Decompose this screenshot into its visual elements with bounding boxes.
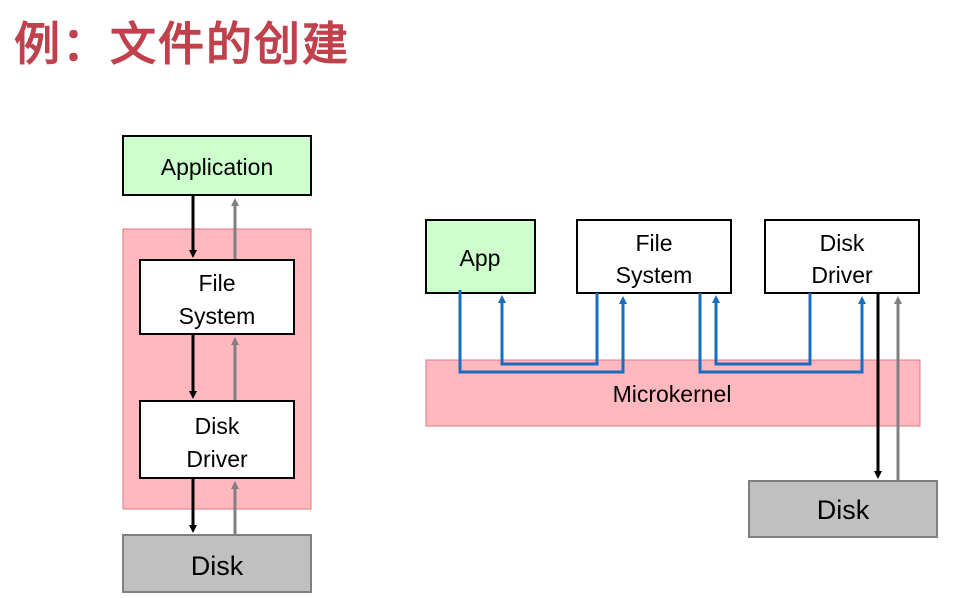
path-driver-to-fs bbox=[712, 293, 812, 366]
monolithic-diagram: Application File System Disk Driver Disk bbox=[122, 135, 312, 593]
diagram-canvas: Application File System Disk Driver Disk… bbox=[122, 135, 938, 593]
file-system-label-line2: System bbox=[616, 262, 693, 288]
disk-driver-label-line1: Disk bbox=[820, 230, 865, 256]
application-label: Application bbox=[161, 154, 274, 180]
disk-driver-label-line2: Driver bbox=[186, 446, 248, 472]
disk-driver-label-line1: Disk bbox=[195, 413, 240, 439]
disk-label: Disk bbox=[817, 495, 870, 525]
microkernel-diagram: Microkernel App File System Disk Driver … bbox=[425, 219, 938, 538]
app-label: App bbox=[460, 245, 501, 271]
file-system-label-line1: File bbox=[635, 230, 672, 256]
disk-driver-label-line2: Driver bbox=[811, 262, 873, 288]
disk-label: Disk bbox=[191, 551, 244, 581]
file-system-label-line2: System bbox=[179, 303, 256, 329]
path-fs-to-app bbox=[498, 293, 599, 366]
microkernel-label: Microkernel bbox=[613, 381, 732, 407]
file-system-label-line1: File bbox=[198, 270, 235, 296]
